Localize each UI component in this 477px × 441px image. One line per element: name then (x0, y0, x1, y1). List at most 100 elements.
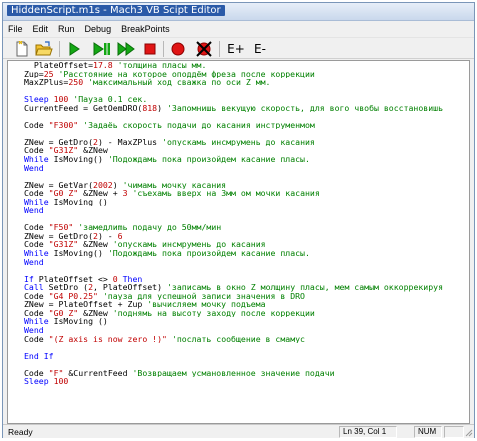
code-token: ) - (97, 231, 118, 241)
code-line[interactable]: While IsMoving() 'Подождамь пока произой… (24, 155, 467, 164)
code-line[interactable]: Wend (24, 326, 467, 335)
code-comment: 'пауза для успешной записи значения в DR… (97, 291, 305, 301)
play-icon (69, 42, 80, 56)
code-line[interactable]: ZNew = PlateOffset + Zup 'вычисляем мочк… (24, 300, 467, 309)
editor-window: HiddenScript.m1s - Mach3 VB Scipt Editor… (2, 2, 475, 438)
code-token: CurrentFeed = GetOemDRO( (24, 103, 143, 113)
menu-breakpoints[interactable]: BreakPoints (116, 21, 175, 37)
step-button[interactable] (93, 40, 111, 58)
code-line[interactable]: ZNew = GetDro(2) - MaxZPlus 'опускамь ин… (24, 138, 467, 147)
code-string: "G4 P0.25" (48, 291, 98, 301)
toolbar-separator (163, 41, 164, 57)
code-text[interactable]: PlateOffset=17.8 'толщина пласы мм. Zup=2… (24, 61, 467, 386)
watch-remove-button[interactable]: E- (249, 40, 271, 58)
code-line[interactable] (24, 172, 467, 181)
code-line[interactable] (24, 112, 467, 121)
code-string: "G31Z" (48, 240, 79, 250)
step-over-button[interactable] (117, 40, 135, 58)
code-string: "G31Z" (48, 146, 79, 156)
code-line[interactable]: While IsMoving () (24, 198, 467, 207)
code-token: Code (24, 240, 49, 250)
code-token: Code (24, 146, 49, 156)
code-comment: 'толщина пласы мм. (112, 61, 207, 70)
code-line[interactable] (24, 360, 467, 369)
code-token: IsMoving() (53, 155, 108, 164)
menu-debug[interactable]: Debug (80, 21, 117, 37)
status-num: NUM (414, 426, 442, 438)
code-line[interactable]: Code "G0 Z" &ZNew + 3 'съехамь вверх на … (24, 189, 467, 198)
code-line[interactable]: Code "G0 Z" &ZNew 'поднямь на высоту зах… (24, 309, 467, 318)
code-keyword: If (24, 274, 39, 284)
new-file-icon (16, 41, 28, 57)
code-line[interactable] (24, 343, 467, 352)
clear-breakpoints-icon (196, 41, 212, 57)
open-folder-icon (35, 41, 53, 56)
code-line[interactable]: Call SetDro (2, PlateOffset) 'записамь в… (24, 283, 467, 292)
code-token: ZNew = GetDro( (24, 231, 94, 241)
code-token: Code (24, 291, 49, 301)
code-line[interactable] (24, 215, 467, 224)
code-line[interactable]: Code "(Z axis is now zero !)" 'послать с… (24, 335, 467, 344)
code-comment: 'вычисляем мочку подъема (147, 300, 266, 309)
breakpoint-button[interactable] (169, 40, 187, 58)
code-line[interactable]: Wend (24, 206, 467, 215)
new-file-button[interactable] (13, 40, 31, 58)
menu-file[interactable]: File (3, 21, 28, 37)
title-bar[interactable]: HiddenScript.m1s - Mach3 VB Scipt Editor (3, 3, 474, 21)
code-number: 25 (43, 69, 54, 79)
code-keyword: Sleep (24, 377, 54, 386)
code-line[interactable] (24, 129, 467, 138)
menu-run[interactable]: Run (53, 21, 80, 37)
code-editor[interactable]: PlateOffset=17.8 'толщина пласы мм. Zup=2… (7, 60, 470, 424)
code-comment: 'опускамь инсмрумень до касания (112, 240, 266, 250)
code-comment: 'чимамь мочку касания (122, 180, 227, 190)
code-line[interactable]: CurrentFeed = GetOemDRO(818) 'Запомнишь … (24, 104, 467, 113)
watch-remove-label: E- (254, 42, 266, 56)
code-line[interactable]: PlateOffset=17.8 'толщина пласы мм. (24, 61, 467, 70)
code-token: IsMoving () (53, 317, 108, 326)
resize-grip-icon[interactable] (464, 428, 473, 437)
code-line[interactable]: Code "F" &CurrentFeed 'Возвращаем усмано… (24, 369, 467, 378)
run-button[interactable] (65, 40, 83, 58)
clear-breakpoints-button[interactable] (195, 40, 213, 58)
code-number: 100 (53, 95, 69, 104)
code-line[interactable]: While IsMoving() 'Подождамь пока произой… (24, 249, 467, 258)
status-ready: Ready (8, 427, 33, 437)
code-line[interactable]: Zup=25 'Расстояние на которое оподдём фр… (24, 70, 467, 79)
code-line[interactable]: While IsMoving () (24, 317, 467, 326)
code-line[interactable]: If PlateOffset <> 0 Then (24, 275, 467, 284)
code-number: 100 (53, 377, 69, 386)
code-line[interactable]: Wend (24, 164, 467, 173)
code-line[interactable]: Sleep 100 'Пауза 0.1 сек. (24, 95, 467, 104)
code-line[interactable]: MaxZPlus=250 'максимальный ход сважка по… (24, 78, 467, 87)
status-bar: Ready Ln 39, Col 1 NUM (3, 424, 474, 438)
code-line[interactable]: Sleep 100 (24, 377, 467, 386)
code-line[interactable]: ZNew = GetVar(2002) 'чимамь мочку касани… (24, 181, 467, 190)
code-line[interactable] (24, 266, 467, 275)
code-token: ZNew = GetVar( (24, 180, 94, 190)
code-line[interactable]: End If (24, 352, 467, 361)
code-line[interactable]: Code "G31Z" &ZNew 'опускамь инсмрумень д… (24, 240, 467, 249)
menu-edit[interactable]: Edit (28, 21, 54, 37)
code-keyword: Call (24, 283, 49, 292)
code-keyword: Wend (24, 257, 44, 267)
code-number: 250 (68, 78, 84, 87)
code-token: &ZNew (78, 308, 113, 318)
code-line[interactable]: Code "G31Z" &ZNew (24, 146, 467, 155)
code-line[interactable]: Code "F50" 'замедлиmь подачу до 50мм/мин (24, 223, 467, 232)
code-line[interactable]: Code "F300" 'Задаёь скорость подачи до к… (24, 121, 467, 130)
code-token: Code (24, 368, 49, 378)
watch-add-button[interactable]: E+ (225, 40, 247, 58)
code-comment: 'съехамь вверх на 3мм ом мочки касания (127, 189, 320, 198)
stop-button[interactable] (141, 40, 159, 58)
code-line[interactable]: ZNew = GetDro(2) - 6 (24, 232, 467, 241)
code-line[interactable]: Code "G4 P0.25" 'пауза для успешной запи… (24, 292, 467, 301)
status-position: Ln 39, Col 1 (339, 426, 397, 438)
code-token: Code (24, 308, 49, 318)
code-line[interactable] (24, 87, 467, 96)
code-string: "F50" (48, 223, 74, 232)
breakpoint-icon (171, 42, 185, 56)
code-line[interactable]: Wend (24, 258, 467, 267)
code-token: &CurrentFeed (63, 368, 133, 378)
open-button[interactable] (35, 40, 53, 58)
